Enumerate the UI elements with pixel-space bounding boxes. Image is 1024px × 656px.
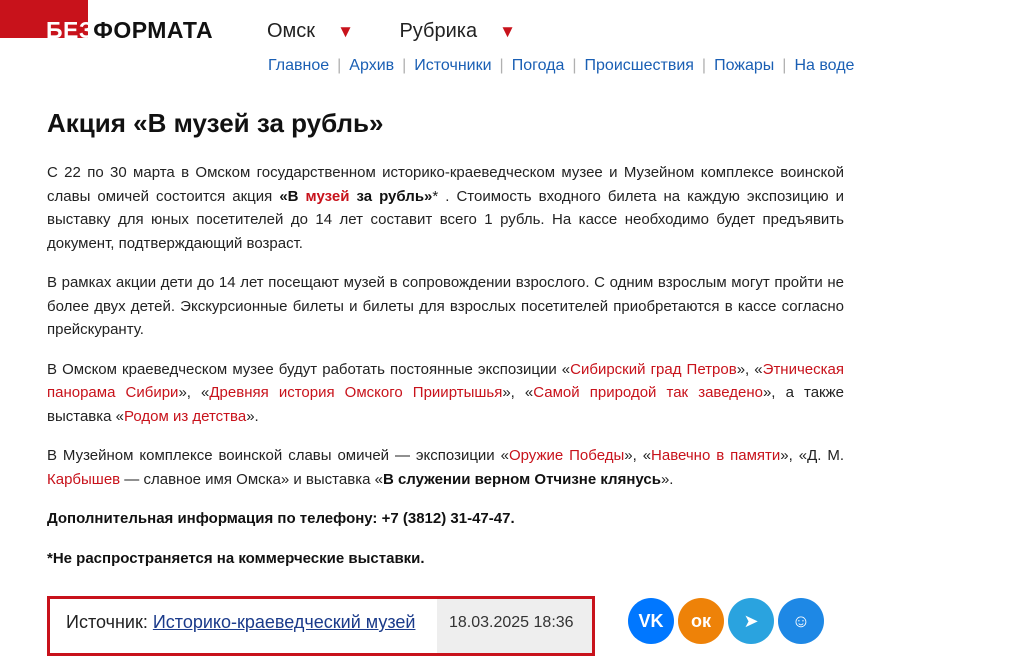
nav-separator: | — [499, 57, 504, 74]
phone-note: Дополнительная информация по телефону: +… — [47, 510, 515, 527]
article-body: С 22 по 30 марта в Омском государственно… — [47, 161, 844, 586]
article-paragraph-4: В Музейном комплексе воинской славы омич… — [47, 447, 844, 488]
nav-separator: | — [337, 57, 342, 74]
page-title: Акция «В музей за рубль» — [47, 108, 384, 138]
odnoklassniki-share-icon[interactable]: ок — [678, 598, 724, 644]
nav-fires[interactable]: Пожары — [714, 57, 774, 74]
nav-separator: | — [701, 57, 707, 74]
article-paragraph-2: В рамках акции дети до 14 лет посещают м… — [47, 274, 844, 338]
nav-separator: | — [572, 57, 577, 74]
article-paragraph-1: С 22 по 30 марта в Омском государственно… — [47, 164, 845, 252]
nav-main[interactable]: Главное — [268, 57, 329, 74]
promo-name: «В музей за рубль» — [279, 187, 433, 205]
nav-sources[interactable]: Источники — [414, 57, 491, 74]
telegram-share-icon[interactable]: ➤ — [728, 598, 774, 644]
nav-separator: | — [782, 57, 787, 74]
nav-incidents[interactable]: Происшествия — [585, 57, 694, 74]
exhibit-link[interactable]: Древняя история Омского Прииртышья — [209, 384, 502, 401]
vk-share-icon[interactable]: VK — [628, 598, 674, 644]
city-selector[interactable]: Омск ▼ — [267, 20, 374, 42]
source-date: 18.03.2025 18:36 — [437, 599, 592, 653]
promo-link[interactable]: музей — [306, 188, 350, 205]
rubric-selector[interactable]: Рубрика ▼ — [399, 20, 535, 42]
sub-nav: Главное | Архив | Источники | Погода | Происшест… — [268, 57, 854, 75]
exhibit-link[interactable]: Навечно в памяти — [651, 447, 780, 464]
chevron-down-icon: ▼ — [337, 22, 354, 41]
article-paragraph-3: В Омском краеведческом музее будут работ… — [47, 360, 844, 425]
footnote: *Не распространяется на коммерческие выс… — [47, 549, 425, 567]
source-link[interactable]: Историко-краеведческий музей — [153, 612, 416, 632]
top-nav: Омск ▼ Рубрика ▼ — [267, 20, 556, 43]
nav-weather[interactable]: Погода — [512, 57, 565, 74]
nav-archive[interactable]: Архив — [349, 57, 394, 74]
source-box: Источник: Историко-краеведческий музей 1… — [47, 596, 595, 656]
nav-on-water[interactable]: На воде — [794, 57, 854, 74]
exhibit-link[interactable]: Родом из детства — [124, 408, 246, 425]
exhibit-link[interactable]: Карбышев — [47, 471, 120, 488]
exhibit-link[interactable]: Оружие Победы — [509, 447, 624, 464]
source-label: Источник: Историко-краеведческий музей — [66, 612, 416, 632]
exhibition-name: В служении верном Отчизне клянусь — [382, 470, 661, 488]
exhibit-link[interactable]: Самой природой так заведено — [533, 384, 763, 401]
logo-white-part: БЕЗ — [46, 17, 94, 43]
site-logo[interactable]: БЕЗФОРМАТА — [46, 17, 213, 43]
smile-share-icon[interactable]: ☺ — [778, 598, 824, 644]
chevron-down-icon: ▼ — [499, 22, 516, 41]
nav-separator: | — [402, 57, 407, 74]
logo-dark-part: ФОРМАТА — [93, 17, 214, 43]
exhibit-link[interactable]: Сибирский град Петров — [570, 361, 737, 378]
